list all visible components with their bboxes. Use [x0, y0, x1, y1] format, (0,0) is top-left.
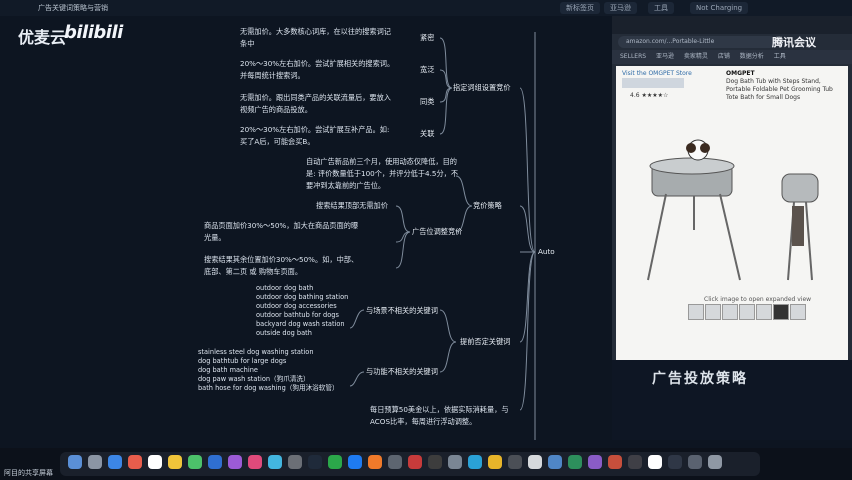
app-icon-6[interactable]	[468, 455, 482, 469]
terminal-icon[interactable]	[308, 455, 322, 469]
app-icon-14[interactable]	[628, 455, 642, 469]
mind-map: 无需加价。大多数核心词库，在以往的搜索词记 条中 紧密 20%～30%左右加价。…	[150, 16, 610, 440]
strategy-title: 广告投放策略	[652, 371, 748, 387]
bookmark-5[interactable]: 数据分析	[740, 53, 764, 60]
app-icon-8[interactable]	[508, 455, 522, 469]
branch2-item1: 搜索结果顶部无需加价	[316, 201, 388, 210]
app-icon-1[interactable]	[368, 455, 382, 469]
tab-charging[interactable]: Not Charging	[690, 2, 749, 14]
brand-name[interactable]: OMGPET	[726, 70, 755, 77]
thumbnail-strip	[688, 304, 808, 322]
dock-tray	[60, 452, 760, 476]
thumbnail-5[interactable]	[756, 304, 772, 320]
app-icon-11[interactable]	[568, 455, 582, 469]
tab-2[interactable]: 亚马逊	[604, 2, 637, 14]
branch2-label: 竞价策略	[473, 201, 502, 210]
scene-keywords-label: 与场景不相关的关键词	[366, 306, 438, 315]
bookmark-1[interactable]: SELLERS	[620, 53, 646, 60]
youmaiyun-logo: 优麦云	[18, 28, 67, 47]
browser-tab-strip[interactable]	[612, 16, 852, 34]
branch2-item2: 商品页面加价30%～50%，加大在商品页面的曝 光量。	[204, 221, 359, 242]
bookmark-4[interactable]: 店铺	[718, 53, 730, 60]
branch3-label: 提前否定关键词	[460, 337, 511, 346]
branch1-item3-label: 同类	[420, 97, 435, 106]
branch1-item4-label: 关联	[420, 129, 435, 138]
finder-icon[interactable]	[68, 455, 82, 469]
image-caption: Click image to open expanded view	[704, 296, 812, 303]
app-icon-4[interactable]	[428, 455, 442, 469]
calendar-icon[interactable]	[148, 455, 162, 469]
app-icon-10[interactable]	[548, 455, 562, 469]
branch1-item2-text: 20%～30%左右加价。尝试扩展相关的搜索词。 并每周统计搜索词。	[240, 59, 395, 80]
product-page: Visit the OMGPET Store 4.6 ★★★★☆ OMGPET …	[616, 66, 848, 388]
launchpad-icon[interactable]	[88, 455, 102, 469]
thumbnail-7[interactable]	[790, 304, 806, 320]
product-title: Dog Bath Tub with Steps Stand, Portable …	[726, 78, 833, 101]
branch2-intro: 自动广告新品前三个月，使用动态仅降低，目的 是: 评价数量低于100个，并评分低…	[306, 157, 459, 190]
scene-keywords: outdoor dog bath outdoor dog bathing sta…	[256, 284, 349, 337]
branch1-item1-text: 无需加价。大多数核心词库，在以往的搜索词记 条中	[240, 27, 391, 48]
dog-bath-tub-image[interactable]	[636, 130, 836, 300]
tab-1[interactable]: 新标签页	[560, 2, 600, 14]
store-link[interactable]: Visit the OMGPET Store	[622, 70, 692, 77]
bookmark-2[interactable]: 亚马逊	[656, 53, 674, 60]
browser-bottom-area: 广告投放策略	[612, 360, 852, 440]
branch1-item3-text: 无需加价。跟出同类产品的关联流量后，要放入 视频广告的商品投放。	[240, 93, 391, 114]
music-icon[interactable]	[228, 455, 242, 469]
rating: 4.6 ★★★★☆	[630, 92, 669, 99]
app-icon-9[interactable]	[528, 455, 542, 469]
settings-icon[interactable]	[288, 455, 302, 469]
thumbnail-1[interactable]	[688, 304, 704, 320]
bookmark-3[interactable]: 卖家精灵	[684, 53, 708, 60]
bookmark-6[interactable]: 工具	[774, 53, 786, 60]
trash-icon[interactable]	[708, 455, 722, 469]
app-icon-7[interactable]	[488, 455, 502, 469]
app-icon-12[interactable]	[588, 455, 602, 469]
photos-icon[interactable]	[248, 455, 262, 469]
function-keywords-label: 与功能不相关的关键词	[366, 367, 438, 376]
safari-icon[interactable]	[108, 455, 122, 469]
branch2-sub-label: 广告位调整竞价	[412, 227, 463, 236]
budget-note: 每日预算50美金以上，依据实际消耗量，与 ACOS比率，每周进行浮动调整。	[370, 405, 509, 426]
branch1-item1-label: 紧密	[420, 33, 435, 42]
thumbnail-6[interactable]	[773, 304, 789, 320]
downloads-icon[interactable]	[688, 455, 702, 469]
address-bar[interactable]: amazon.com/...Portable-Little	[618, 36, 776, 48]
root-node-auto: Auto	[538, 247, 555, 256]
app-icon-5[interactable]	[448, 455, 462, 469]
function-keywords: stainless steel dog washing station dog …	[198, 348, 339, 392]
messages-icon[interactable]	[188, 455, 202, 469]
chrome-icon[interactable]	[128, 455, 142, 469]
tencent-meeting-icon[interactable]	[348, 455, 362, 469]
appstore-icon[interactable]	[268, 455, 282, 469]
branch2-item3: 搜索结果其余位置加价30%～50%。如，中部、 底部、第二页 或 购物车页面。	[204, 255, 359, 276]
thumbnail-3[interactable]	[722, 304, 738, 320]
bilibili-logo: bilibili	[64, 22, 123, 43]
thumbnail-2[interactable]	[705, 304, 721, 320]
window-title: 广告关键词策略与营销	[38, 4, 108, 12]
screen-share-notice: 阿目的共享屏幕	[4, 469, 53, 477]
bookmarks-bar: SELLERS 亚马逊 卖家精灵 店铺 数据分析 工具	[612, 50, 852, 64]
notes-icon[interactable]	[168, 455, 182, 469]
app-icon-13[interactable]	[608, 455, 622, 469]
branch1-item4-text: 20%～30%左右加价。尝试扩展互补产品。如: 买了A后，可能会买B。	[240, 125, 390, 146]
branch1-label: 指定词组设置竞价	[453, 83, 511, 92]
mail-icon[interactable]	[208, 455, 222, 469]
preview-icon[interactable]	[648, 455, 662, 469]
app-icon-2[interactable]	[388, 455, 402, 469]
browser-window: amazon.com/...Portable-Little 腾讯会议 SELLE…	[612, 16, 852, 440]
branch1-item2-label: 宽泛	[420, 65, 435, 74]
top-menu-bar: 广告关键词策略与营销 新标签页 亚马逊 工具 Not Charging	[0, 0, 852, 16]
tencent-meeting-label: 腾讯会议	[772, 36, 816, 49]
wechat-icon[interactable]	[328, 455, 342, 469]
app-icon-3[interactable]	[408, 455, 422, 469]
store-box	[622, 78, 684, 88]
tab-3[interactable]: 工具	[648, 2, 674, 14]
thumbnail-4[interactable]	[739, 304, 755, 320]
screenshot-icon[interactable]	[668, 455, 682, 469]
dock	[0, 448, 852, 480]
